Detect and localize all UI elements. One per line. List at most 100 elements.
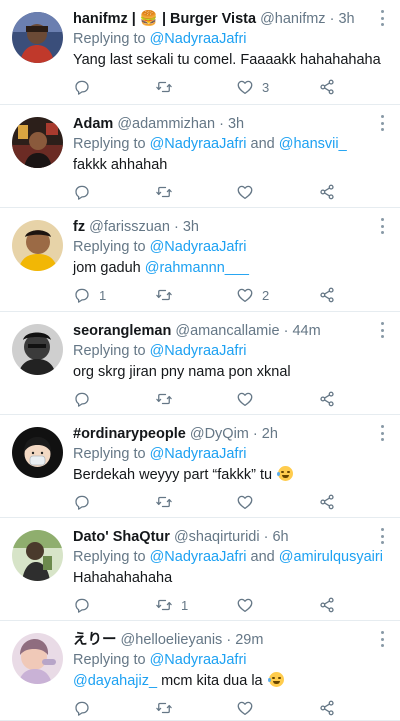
like-button[interactable] <box>236 697 262 719</box>
replying-to-label: Replying to <box>73 446 146 462</box>
tweet[interactable]: #ordinarypeople @DyQim · 2h Replying to … <box>0 415 400 518</box>
replying-to-label: Replying to <box>73 549 146 565</box>
reply-mention[interactable]: @NadyraaJafri <box>150 549 247 565</box>
tweet[interactable]: Adam @adammizhan · 3h Replying to @Nadyr… <box>0 105 400 208</box>
avatar[interactable] <box>12 633 63 684</box>
tweet[interactable]: fz @farisszuan · 3h Replying to @Nadyraa… <box>0 208 400 312</box>
user-handle[interactable]: @adammizhan <box>117 116 215 132</box>
separator-dot: · <box>329 11 335 27</box>
separator-dot: · <box>252 426 258 442</box>
separator-dot: · <box>263 529 269 545</box>
tweet-actions: 1 2 <box>73 284 363 306</box>
replying-to: Replying to @NadyraaJafri and @amirulqus… <box>73 548 390 566</box>
like-button[interactable]: 3 <box>236 76 269 98</box>
reply-icon <box>75 288 89 303</box>
like-icon <box>237 495 253 510</box>
share-button[interactable] <box>318 76 336 98</box>
share-icon <box>320 287 334 303</box>
more-icon[interactable] <box>378 528 386 544</box>
tweet[interactable]: seorangleman @amancallamie · 44m Replyin… <box>0 312 400 415</box>
reply-button[interactable] <box>73 491 99 513</box>
like-button[interactable] <box>236 594 262 616</box>
more-icon[interactable] <box>378 425 386 441</box>
like-button[interactable] <box>236 181 262 203</box>
timestamp[interactable]: 44m <box>292 323 320 339</box>
tweet[interactable]: hanifmz | 🍔 | Burger Vista @hanifmz · 3h… <box>0 0 400 105</box>
tweet-text: Hahahahahaha <box>73 569 390 587</box>
share-button[interactable] <box>318 388 336 410</box>
tweet[interactable]: えりー @helloelieyanis · 29m Replying to @N… <box>0 621 400 721</box>
separator-dot: · <box>283 323 289 339</box>
avatar[interactable] <box>12 427 63 478</box>
reply-mention-2[interactable]: @amirulqusyairi <box>279 549 383 565</box>
retweet-button[interactable] <box>155 181 181 203</box>
replying-to-and: and <box>246 549 279 565</box>
avatar[interactable] <box>12 117 63 168</box>
timestamp[interactable]: 29m <box>235 632 263 648</box>
reply-mention[interactable]: @NadyraaJafri <box>150 31 247 47</box>
more-icon[interactable] <box>378 631 386 647</box>
display-name[interactable]: えりー <box>73 632 117 648</box>
timestamp[interactable]: 3h <box>183 219 199 235</box>
user-handle[interactable]: @DyQim <box>190 426 249 442</box>
retweet-count: 1 <box>181 597 189 613</box>
display-name[interactable]: fz <box>73 219 85 235</box>
display-name[interactable]: hanifmz | 🍔 | Burger Vista <box>73 11 256 27</box>
user-handle[interactable]: @farisszuan <box>89 219 170 235</box>
like-button[interactable] <box>236 491 262 513</box>
tweet-text-content: jom gaduh <box>73 260 145 276</box>
user-handle[interactable]: @shaqirturidi <box>174 529 260 545</box>
display-name[interactable]: Adam <box>73 116 113 132</box>
avatar[interactable] <box>12 220 63 271</box>
user-handle[interactable]: @helloelieyanis <box>121 632 223 648</box>
more-icon[interactable] <box>378 115 386 131</box>
user-handle[interactable]: @hanifmz <box>260 11 326 27</box>
retweet-button[interactable] <box>155 697 181 719</box>
like-button[interactable]: 2 <box>236 284 269 306</box>
reply-button[interactable] <box>73 388 99 410</box>
avatar[interactable] <box>12 324 63 375</box>
like-button[interactable] <box>236 388 262 410</box>
retweet-button[interactable] <box>155 284 181 306</box>
display-name[interactable]: #ordinarypeople <box>73 426 186 442</box>
like-icon <box>237 288 253 303</box>
reply-mention[interactable]: @NadyraaJafri <box>150 136 247 152</box>
more-icon[interactable] <box>378 218 386 234</box>
text-mention[interactable]: @rahmannn___ <box>145 260 249 276</box>
retweet-icon <box>156 496 172 508</box>
avatar[interactable] <box>12 12 63 63</box>
reply-button[interactable] <box>73 697 99 719</box>
retweet-button[interactable] <box>155 388 181 410</box>
reply-button[interactable] <box>73 181 99 203</box>
reply-mention[interactable]: @NadyraaJafri <box>150 652 247 668</box>
timestamp[interactable]: 3h <box>228 116 244 132</box>
reply-mention[interactable]: @NadyraaJafri <box>150 239 247 255</box>
user-handle[interactable]: @amancallamie <box>175 323 279 339</box>
share-button[interactable] <box>318 594 336 616</box>
share-button[interactable] <box>318 697 336 719</box>
display-name[interactable]: Dato' ShaQtur <box>73 529 170 545</box>
tweet-actions <box>73 697 363 719</box>
timestamp[interactable]: 6h <box>272 529 288 545</box>
share-button[interactable] <box>318 491 336 513</box>
reply-mention-2[interactable]: @hansvii_ <box>279 136 347 152</box>
reply-button[interactable] <box>73 76 99 98</box>
reply-mention[interactable]: @NadyraaJafri <box>150 446 247 462</box>
reply-mention[interactable]: @NadyraaJafri <box>150 343 247 359</box>
reply-icon <box>75 185 89 200</box>
tweet[interactable]: Dato' ShaQtur @shaqirturidi · 6h Replyin… <box>0 518 400 621</box>
retweet-button[interactable]: 1 <box>155 594 188 616</box>
timestamp[interactable]: 3h <box>338 11 354 27</box>
display-name[interactable]: seorangleman <box>73 323 171 339</box>
reply-button[interactable] <box>73 594 99 616</box>
retweet-button[interactable] <box>155 491 181 513</box>
share-button[interactable] <box>318 284 336 306</box>
more-icon[interactable] <box>378 10 386 26</box>
timestamp[interactable]: 2h <box>262 426 278 442</box>
retweet-button[interactable] <box>155 76 181 98</box>
share-button[interactable] <box>318 181 336 203</box>
reply-button[interactable]: 1 <box>73 284 106 306</box>
text-mention-leading[interactable]: @dayahajiz_ <box>73 673 157 689</box>
avatar[interactable] <box>12 530 63 581</box>
more-icon[interactable] <box>378 322 386 338</box>
